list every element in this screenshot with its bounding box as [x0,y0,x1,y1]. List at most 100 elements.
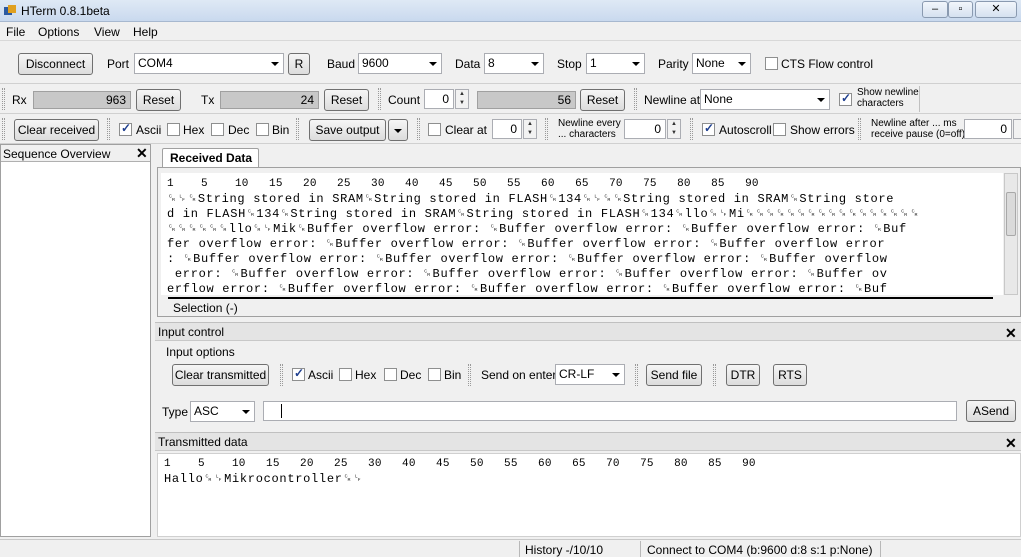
refresh-ports-button[interactable]: R [288,53,310,75]
toolbar-separator [545,118,548,140]
rx-reset-button[interactable]: Reset [136,89,181,111]
toolbar-separator [713,364,716,386]
up-arrow-icon: ▲ [459,91,465,97]
type-select[interactable]: ASC [190,401,255,422]
title-bar: HTerm 0.8.1beta – ▫ ✕ [0,0,1021,22]
tx-reset-button[interactable]: Reset [324,89,369,111]
close-window-button[interactable]: ✕ [975,1,1017,18]
cts-flow-label: CTS Flow control [781,57,874,71]
rx-ascii-checkbox[interactable] [119,121,132,136]
dtr-button[interactable]: DTR [726,364,760,386]
received-scrollbar[interactable] [1004,173,1018,295]
asend-button[interactable]: ASend [966,400,1016,422]
count-field[interactable]: 0 [424,89,454,109]
window-title: HTerm 0.8.1beta [21,4,110,18]
disconnect-button[interactable]: Disconnect [18,53,93,75]
newline-at-select[interactable]: None [700,89,830,110]
maximize-button[interactable]: ▫ [948,1,973,18]
status-bar: History -/10/10 Connect to COM4 (b:9600 … [0,539,1021,557]
newline-every-label: Newline every... characters [558,118,621,140]
port-select[interactable]: COM4 [134,53,284,74]
parity-label: Parity [658,57,689,71]
send-on-enter-select[interactable]: CR-LF [555,364,625,385]
received-line: ␍␍␍␍␍␍llo␍␊Mik␍Buffer overflow error: ␍B… [167,222,907,236]
baud-label: Baud [327,57,356,71]
newline-every-field[interactable]: 0 [624,119,666,139]
received-line: fer overflow error: ␍Buffer overflow err… [167,237,886,251]
receive-toolbar: Clear received Ascii Hex Dec Bin Save ou… [0,115,1021,144]
parity-select[interactable]: None [692,53,751,74]
show-newline-label: Show newline characters [857,87,919,109]
tx-bin-checkbox[interactable] [428,368,441,381]
received-data-view[interactable]: 1 5 10 15 20 25 30 40 45 50 55 60 65 70 … [161,173,1003,295]
save-output-dropdown[interactable] [388,119,408,141]
received-ruler: 1 5 10 15 20 25 30 40 45 50 55 60 65 70 … [167,178,759,190]
newline-after-stepper[interactable] [1013,119,1021,139]
tx-counter: 24 [220,91,319,109]
stop-bits-label: Stop [557,57,582,71]
count-reset-button[interactable]: Reset [580,89,625,111]
count-display: 56 [477,91,576,109]
rx-dec-label: Dec [228,123,250,137]
tx-ascii-checkbox[interactable] [292,366,305,381]
clear-received-button[interactable]: Clear received [14,119,99,141]
tx-dec-label: Dec [400,368,422,382]
rx-hex-checkbox[interactable] [167,123,180,136]
toolbar-edge [919,86,920,112]
menu-bar: File Options View Help [0,22,1021,41]
count-label: Count [388,93,421,107]
scroll-thumb[interactable] [1006,192,1016,236]
rts-button[interactable]: RTS [773,364,807,386]
count-stepper[interactable]: ▲ ▼ [455,89,469,109]
close-icon[interactable]: ✕ [136,146,148,160]
autoscroll-checkbox[interactable] [702,121,715,136]
close-icon[interactable]: ✕ [1005,326,1017,340]
status-divider [880,541,881,557]
menu-options[interactable]: Options [38,24,79,40]
clear-at-checkbox[interactable] [428,123,441,136]
minimize-button[interactable]: – [922,1,948,18]
text-cursor [281,404,282,418]
stop-bits-select[interactable]: 1 [586,53,645,74]
show-errors-checkbox[interactable] [773,123,786,136]
autoscroll-label: Autoscroll [719,123,772,137]
close-icon[interactable]: ✕ [1005,436,1017,450]
menu-help[interactable]: Help [133,24,158,40]
down-arrow-icon: ▼ [459,100,465,106]
data-bits-select[interactable]: 8 [484,53,544,74]
up-arrow-icon: ▲ [527,121,533,127]
transmitted-ruler: 1 5 10 15 20 25 30 40 45 50 55 60 65 70 … [164,458,756,470]
clear-transmitted-button[interactable]: Clear transmitted [172,364,269,386]
transmitted-data-view[interactable]: 1 5 10 15 20 25 30 40 45 50 55 60 65 70 … [157,453,1021,537]
clear-at-label: Clear at [445,123,488,137]
baud-select[interactable]: 9600 [358,53,442,74]
toolbar-grip [2,88,5,110]
menu-file[interactable]: File [6,24,25,40]
received-data-tab[interactable]: Received Data [162,148,259,168]
rx-ascii-label: Ascii [136,123,162,137]
tx-dec-checkbox[interactable] [384,368,397,381]
rx-dec-checkbox[interactable] [211,123,224,136]
selection-status: Selection (-) [173,301,238,315]
input-field[interactable] [263,401,957,421]
tx-hex-checkbox[interactable] [339,368,352,381]
send-file-button[interactable]: Send file [646,364,702,386]
newline-after-field[interactable]: 0 [964,119,1012,139]
show-newline-checkbox[interactable] [839,91,852,106]
cts-flow-checkbox[interactable] [765,57,778,70]
rx-counter: 963 [33,91,131,109]
clear-at-stepper[interactable]: ▲ ▼ [523,119,537,139]
newline-every-stepper[interactable]: ▲ ▼ [667,119,681,139]
transmitted-data-title: Transmitted data [155,433,1021,451]
toolbar-separator [107,118,110,140]
toolbar-separator [690,118,693,140]
rx-bin-checkbox[interactable] [256,123,269,136]
received-line: error: ␍Buffer overflow error: ␍Buffer o… [167,267,888,281]
menu-view[interactable]: View [94,24,120,40]
input-options-label: Input options [166,345,235,359]
save-output-button[interactable]: Save output [309,119,386,141]
tx-label: Tx [201,93,215,107]
toolbar-separator [468,364,471,386]
clear-at-field[interactable]: 0 [492,119,522,139]
connection-toolbar: Disconnect Port COM4 R Baud 9600 Data 8 … [0,42,1021,84]
